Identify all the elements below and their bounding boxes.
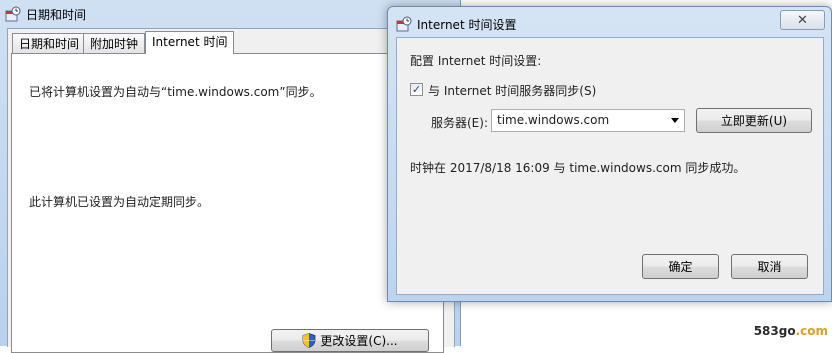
schedule-info-text: 此计算机已设置为自动定期同步。 [29,195,210,209]
change-settings-button[interactable]: 更改设置(C)... [271,329,429,352]
internet-time-panel: 已将计算机设置为自动与“time.windows.com”同步。 此计算机已设置… [11,53,444,353]
watermark-sub: .com [795,324,828,338]
close-icon: ✕ [797,12,808,28]
server-value: time.windows.com [497,113,610,127]
sync-checkbox[interactable]: ✓ [410,83,423,96]
internet-time-settings-dialog: Internet 时间设置 ✕ 配置 Internet 时间设置: ✓ 与 In… [387,6,832,302]
sync-info-text: 已将计算机设置为自动与“time.windows.com”同步。 [29,85,322,99]
dialog-title: Internet 时间设置 [417,18,517,32]
tab-additional-clocks[interactable]: 附加时钟 [83,33,146,53]
clock-icon [396,16,412,32]
dialog-client: 配置 Internet 时间设置: ✓ 与 Internet 时间服务器同步(S… [396,37,824,295]
clock-icon [5,6,21,22]
checkmark-icon: ✓ [411,83,422,96]
window-title: 日期和时间 [26,8,87,22]
sync-status-text: 时钟在 2017/8/18 16:09 与 time.windows.com 同… [410,161,746,175]
ok-button[interactable]: 确定 [642,254,719,279]
tab-date-time[interactable]: 日期和时间 [12,33,87,53]
server-label: 服务器(E): [431,116,488,130]
server-combobox[interactable]: time.windows.com [491,109,685,132]
change-settings-label: 更改设置(C)... [320,334,398,348]
chevron-down-icon[interactable] [671,118,679,123]
close-button[interactable]: ✕ [780,10,825,30]
config-label: 配置 Internet 时间设置: [410,54,542,68]
cancel-button[interactable]: 取消 [731,254,808,279]
update-now-button[interactable]: 立即更新(U) [696,108,812,133]
tab-internet-time[interactable]: Internet 时间 [145,31,235,54]
sync-checkbox-label[interactable]: 与 Internet 时间服务器同步(S) [428,82,596,99]
watermark-main: 583go [753,324,796,338]
watermark: 583go.com [754,324,828,338]
